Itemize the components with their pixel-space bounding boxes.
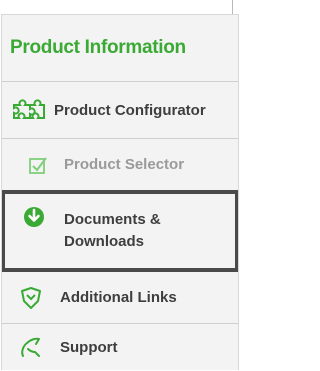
support-icon bbox=[19, 336, 43, 360]
nav-item-label: Support bbox=[60, 339, 118, 356]
puzzle-icon bbox=[8, 99, 48, 121]
nav-item-label: Product Configurator bbox=[54, 101, 206, 119]
top-divider bbox=[232, 0, 233, 14]
nav-item-label: Additional Links bbox=[60, 289, 177, 306]
nav-item-product-selector[interactable]: Product Selector bbox=[2, 139, 238, 190]
checkbox-icon bbox=[28, 155, 48, 175]
nav-item-documents-downloads[interactable]: Documents & Downloads bbox=[2, 190, 238, 272]
label-line-2: Downloads bbox=[64, 233, 145, 250]
nav-item-product-configurator[interactable]: Product Configurator bbox=[2, 82, 238, 138]
nav-item-support[interactable]: Support bbox=[2, 324, 238, 371]
product-info-panel: Product Information Product Configurator… bbox=[1, 14, 239, 370]
nav-item-label: Documents & Downloads bbox=[64, 209, 161, 253]
nav-item-label: Product Selector bbox=[64, 156, 185, 173]
shield-link-icon bbox=[19, 286, 43, 310]
label-line-1: Documents & bbox=[64, 211, 161, 228]
download-icon bbox=[22, 206, 46, 228]
panel-title: Product Information bbox=[10, 37, 186, 58]
nav-item-additional-links[interactable]: Additional Links bbox=[2, 272, 238, 323]
